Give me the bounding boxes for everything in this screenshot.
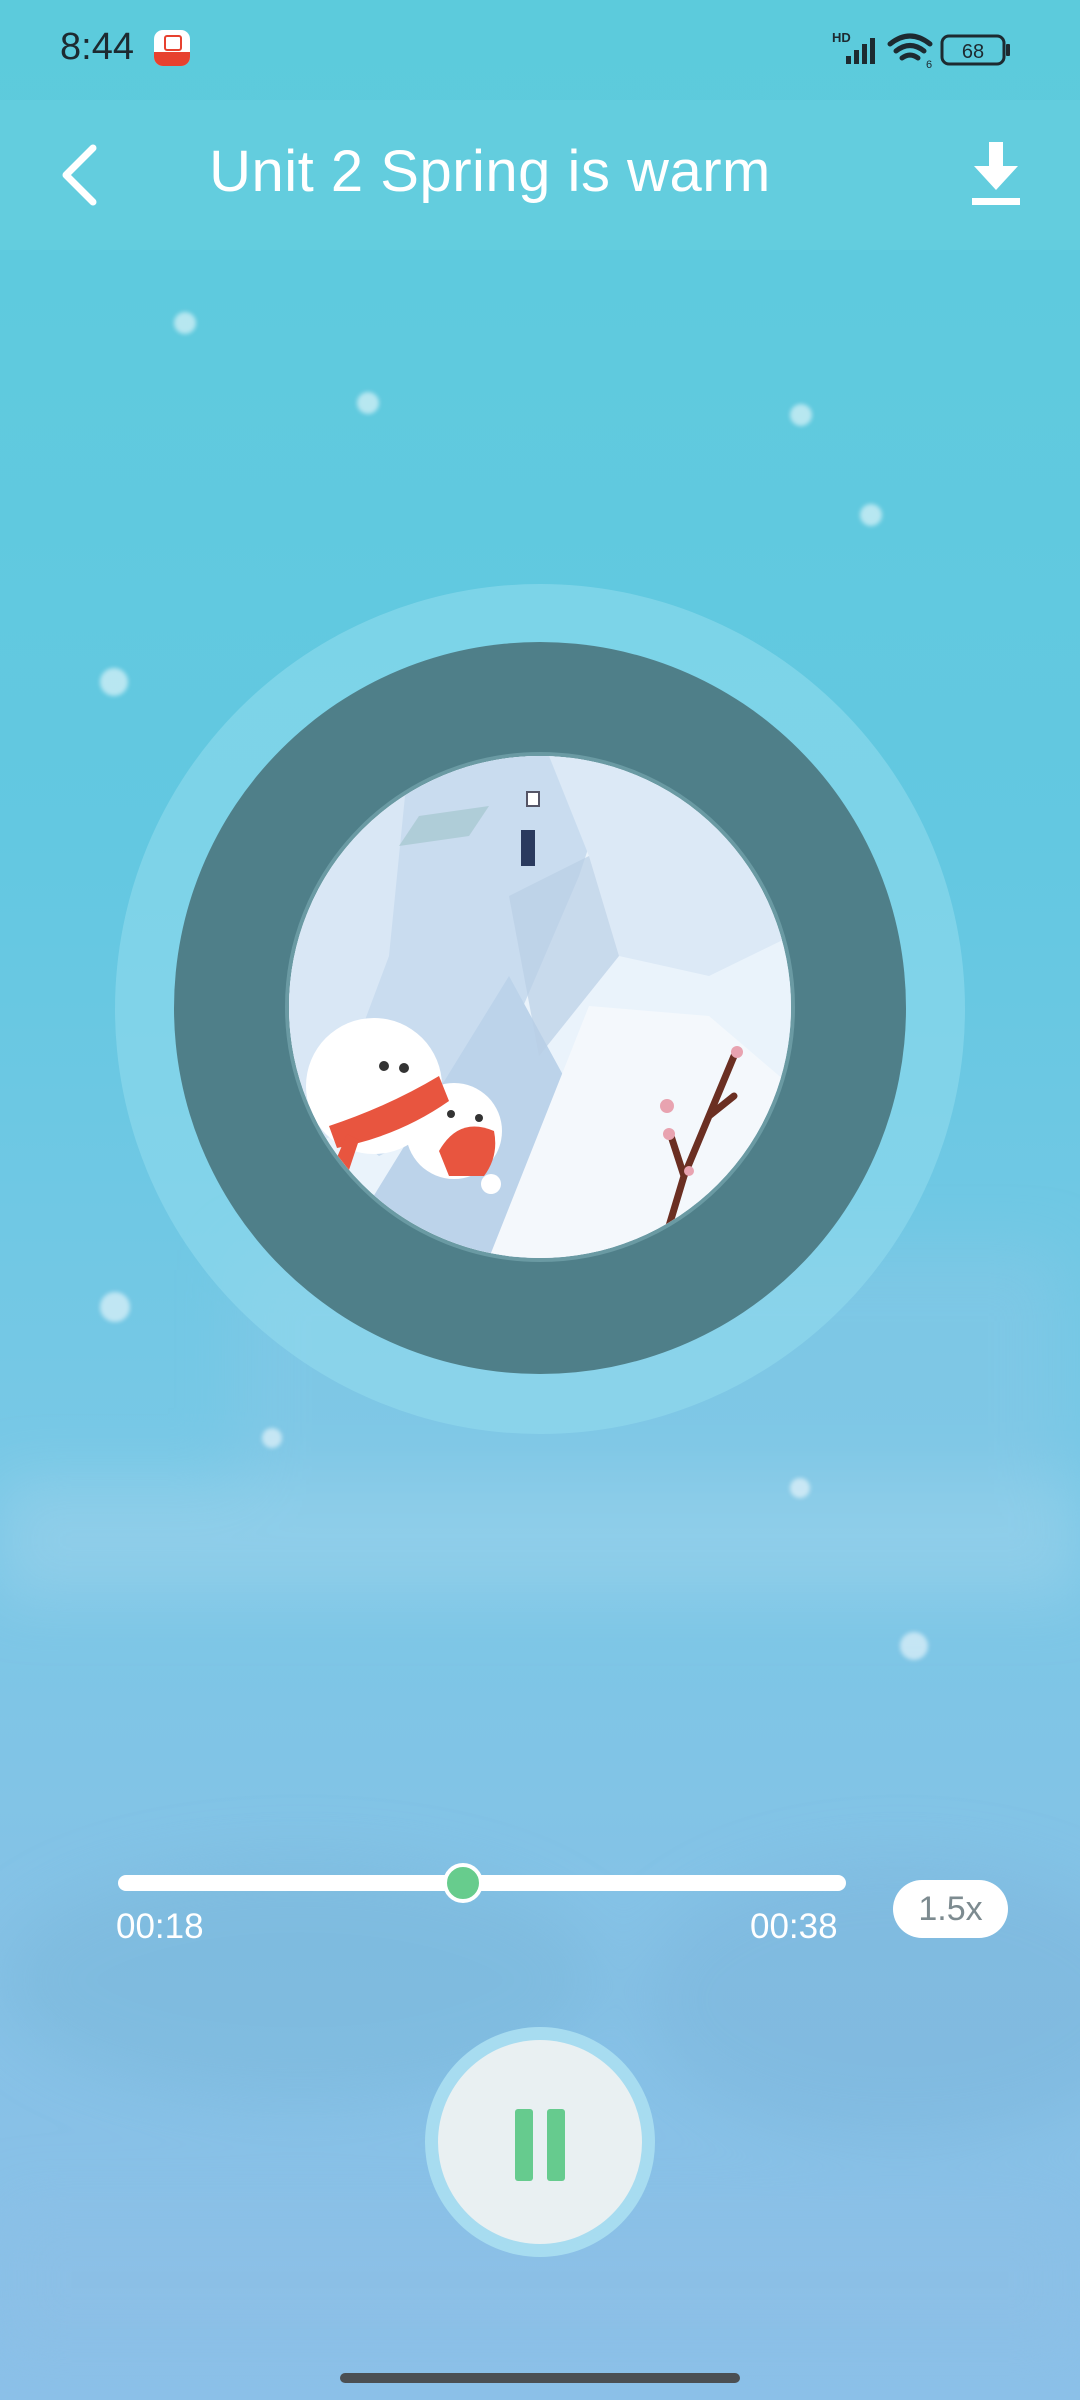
battery-level: 68 (962, 41, 984, 63)
playback-speed-button[interactable]: 1.5x (893, 1880, 1008, 1938)
wifi-label: 6 (926, 59, 932, 70)
snowflake (174, 312, 196, 334)
network-type-label: HD (832, 30, 851, 45)
status-time: 8:44 (60, 26, 134, 68)
battery-icon: 68 (940, 34, 1010, 66)
back-button[interactable] (48, 130, 138, 220)
app-notification-icon (154, 30, 190, 66)
wifi-icon (887, 33, 933, 61)
pause-icon-right-bar (547, 2109, 565, 2181)
status-bar: 8:44 HD 6 68 (0, 0, 1080, 100)
progress-slider[interactable] (118, 1863, 846, 1903)
page-title: Unit 2 Spring is warm (209, 139, 771, 204)
snowflake (357, 392, 379, 414)
snowflake (900, 1632, 928, 1660)
progress-thumb[interactable] (443, 1863, 484, 1903)
snowflake (860, 504, 882, 526)
chevron-left-icon (62, 144, 97, 206)
snowflake (262, 1428, 282, 1448)
snowflake (100, 668, 128, 696)
snowflake (100, 1292, 130, 1322)
snowflake (790, 404, 812, 426)
album-artwork (285, 752, 795, 1262)
pause-icon-left-bar (515, 2109, 533, 2181)
header-bar: Unit 2 Spring is warm (0, 100, 1080, 250)
home-indicator[interactable] (340, 2373, 740, 2383)
current-time: 00:18 (116, 1907, 204, 1946)
pause-button[interactable] (438, 2040, 642, 2244)
download-icon (972, 142, 1020, 205)
status-indicators: HD 6 68 (832, 30, 1022, 70)
snowflake (790, 1478, 810, 1498)
total-time: 00:38 (750, 1907, 838, 1946)
download-button[interactable] (956, 134, 1036, 214)
